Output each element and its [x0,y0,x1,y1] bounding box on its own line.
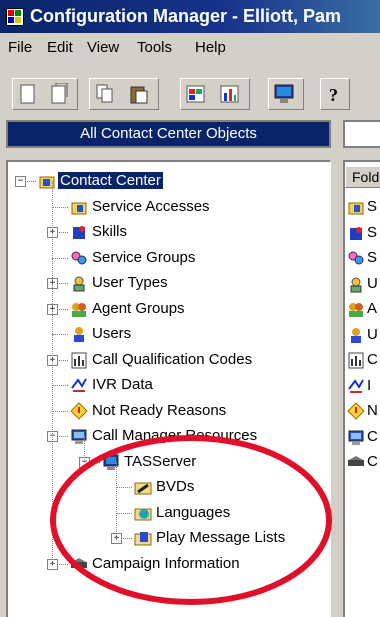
title-bar: Configuration Manager - Elliott, Pam [0,0,380,33]
not-ready-icon [70,401,88,420]
folder-list-item[interactable]: N [347,400,380,422]
tree-item-label: Contact Center [58,172,163,189]
toolbar-group-file [12,78,78,110]
copy-icon[interactable] [94,83,116,105]
toolbar-group-view [180,78,250,110]
tree-connector [52,410,68,412]
tree-item-label: Agent Groups [92,299,185,317]
right-header [343,120,380,148]
red-annotation-ellipse [50,435,332,605]
tree-item-label: Service Groups [92,248,196,266]
open-icon[interactable] [49,83,71,105]
paste-icon[interactable] [128,83,150,105]
menu-tools[interactable]: Tools [137,39,172,56]
folder-list-item[interactable]: C [347,451,380,473]
folder-list-item-label: C [367,351,378,368]
folder-list-item[interactable]: S [347,247,380,269]
tree-connector [52,334,68,335]
new-icon[interactable] [17,83,39,105]
campaign-icon [347,453,365,471]
folder-list-item-label: S [367,249,378,266]
user-type-icon [70,274,88,292]
window-title: Configuration Manager - Elliott, Pam [30,6,342,26]
folder-list-item[interactable]: U [347,273,380,295]
toolbar-group-monitor [268,78,304,110]
menu-bar: File Edit View Tools Help [0,33,380,63]
users-icon [70,325,88,343]
user-type-icon [347,275,365,293]
qualification-code-icon [347,351,365,369]
toolbar-group-help: ? [320,78,350,110]
chart-icon[interactable] [219,83,241,105]
collapse-toggle[interactable]: − [15,176,26,187]
folder-list-item[interactable]: C [347,426,380,448]
folder-list-item-label: U [367,325,378,343]
qualification-code-icon [70,351,88,369]
menu-edit[interactable]: Edit [47,39,73,56]
tree-item-label: IVR Data [92,376,153,393]
tree-connector [52,257,68,259]
folder-list-item-label: U [367,274,378,292]
folder-list-item[interactable]: S [347,196,380,218]
agent-group-icon [70,300,88,318]
folder-list-item[interactable]: A [347,298,380,320]
folder-list-item[interactable]: C [347,349,380,371]
ivr-icon [70,376,88,394]
folder-list-item-label: I [367,376,372,394]
app-icon [6,8,24,26]
folder-list-item-label: C [367,427,378,445]
folder-list-item-label: A [367,300,378,317]
help-icon[interactable]: ? [325,83,347,105]
column-header-folder[interactable]: Fold [345,166,380,188]
folder-list-item-label: N [367,402,378,419]
service-access-icon [70,198,88,216]
tree-item-label: User Types [92,274,168,291]
tree-item-label: Skills [92,223,128,240]
call-manager-icon [347,428,365,446]
service-group-icon [70,249,88,267]
users-icon [347,326,365,344]
contact-center-icon [38,172,56,190]
monitor-icon[interactable] [273,83,295,105]
tree-item-label: Users [92,325,132,342]
not-ready-icon [347,402,365,420]
folder-list-item[interactable]: I [347,375,380,397]
service-access-icon [347,198,365,216]
folder-list-item-label: S [367,223,378,241]
tree-item-label: Not Ready Reasons [92,401,227,419]
folder-list-item[interactable]: S [347,222,380,244]
all-objects-header: All Contact Center Objects [6,120,331,148]
skills-icon [347,224,365,242]
tree-item-label: Call Qualification Codes [92,350,253,368]
tree-item-label: Service Accesses [92,197,210,215]
menu-file[interactable]: File [8,39,32,56]
menu-help[interactable]: Help [195,39,226,56]
folder-list-item-label: S [367,198,378,215]
service-group-icon [347,249,365,267]
grid-icon[interactable] [185,83,207,105]
folder-list-item[interactable]: U [347,324,380,346]
tree-connector [52,385,68,386]
skills-icon [70,223,88,241]
agent-group-icon [347,300,365,318]
folder-list[interactable]: Fold SSSUAUCINCC [343,160,380,617]
tree-connector [52,206,68,208]
folder-list-item-label: C [367,453,378,470]
menu-view[interactable]: View [87,39,119,56]
svg-text:?: ? [329,85,338,105]
toolbar-group-clipboard [89,78,159,110]
ivr-icon [347,377,365,395]
toolbar: ? [0,66,380,116]
